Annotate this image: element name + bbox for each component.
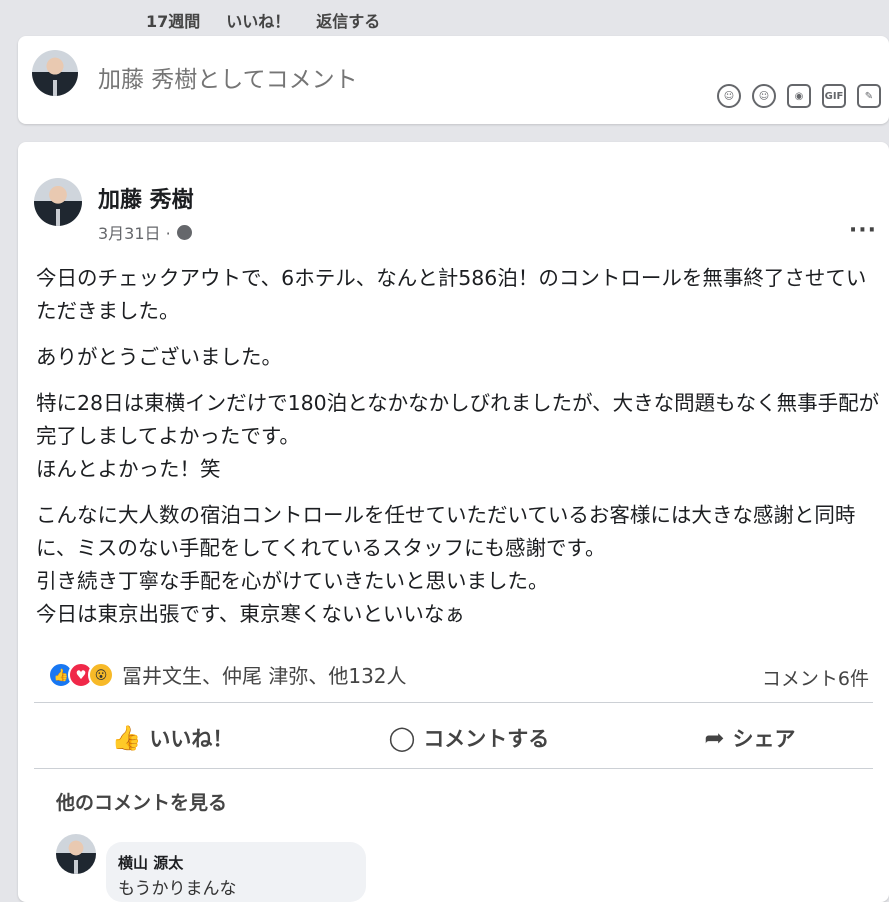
- post-body: 今日のチェックアウトで、6ホテル、なんと計586泊！のコントロールを無事終了させ…: [36, 262, 886, 644]
- commenter-avatar[interactable]: [56, 834, 96, 874]
- share-label: シェア: [732, 727, 796, 751]
- comment-like-link[interactable]: いいね！: [226, 8, 290, 32]
- reaction-names[interactable]: 冨井文生、仲尾 津弥、他132人: [122, 660, 407, 689]
- wow-reaction-icon: 😮: [88, 661, 114, 688]
- post-paragraph: ありがとうございました。: [36, 345, 282, 369]
- post-paragraph: 特に28日は東横インだけで180泊となかなかしびれましたが、大きな問題もなく無事…: [36, 391, 880, 481]
- comment-button[interactable]: ◯ コメントする: [388, 723, 549, 753]
- more-options-icon[interactable]: ···: [849, 218, 877, 243]
- share-button[interactable]: ➦ シェア: [704, 723, 795, 753]
- sticker-icon[interactable]: ☺: [717, 84, 741, 108]
- view-more-comments-link[interactable]: 他のコメントを見る: [56, 788, 227, 815]
- globe-icon: [176, 224, 192, 240]
- post-author[interactable]: 加藤 秀樹: [98, 182, 194, 214]
- author-avatar[interactable]: [34, 178, 82, 226]
- comment-composer: ☺ ☺ ◉ GIF ✎: [18, 36, 889, 124]
- thumbs-up-icon: 👍: [111, 724, 142, 752]
- avatar[interactable]: [32, 50, 78, 96]
- comment-reply-link[interactable]: 返信する: [316, 8, 380, 32]
- post-card: 加藤 秀樹 3月31日 · ··· 今日のチェックアウトで、6ホテル、なんと計5…: [18, 142, 889, 902]
- divider: [34, 702, 873, 703]
- camera-icon[interactable]: ◉: [787, 84, 811, 108]
- sticker-alt-icon[interactable]: ✎: [857, 84, 881, 108]
- post-paragraph: こんなに大人数の宿泊コントロールを任せていただいているお客様には大きな感謝と同時…: [36, 503, 856, 626]
- speech-bubble-icon: ◯: [388, 724, 416, 752]
- gif-icon[interactable]: GIF: [822, 84, 846, 108]
- comment-label: コメントする: [423, 727, 550, 751]
- divider: [34, 768, 873, 769]
- like-button[interactable]: 👍 いいね！: [112, 723, 234, 753]
- comment-tools: ☺ ☺ ◉ GIF ✎: [717, 84, 881, 108]
- reaction-summary[interactable]: 👍 ♥ 😮 冨井文生、仲尾 津弥、他132人: [48, 660, 407, 689]
- post-paragraph: 今日のチェックアウトで、6ホテル、なんと計586泊！のコントロールを無事終了させ…: [36, 266, 867, 323]
- commenter-name[interactable]: 横山 源太: [118, 852, 183, 873]
- like-label: いいね！: [149, 727, 234, 751]
- post-date-text[interactable]: 3月31日 ·: [98, 220, 171, 244]
- reply-text: もうかりまんな: [118, 879, 237, 899]
- emoji-icon[interactable]: ☺: [752, 84, 776, 108]
- previous-comment-meta: 17週間 いいね！ 返信する: [146, 8, 380, 32]
- post-actions: 👍 いいね！ ◯ コメントする ➦ シェア: [34, 714, 873, 762]
- share-arrow-icon: ➦: [704, 724, 725, 752]
- comment-time: 17週間: [146, 12, 201, 31]
- comment-input[interactable]: [96, 66, 660, 94]
- comment-count[interactable]: コメント6件: [762, 664, 869, 691]
- post-date: 3月31日 ·: [98, 220, 192, 244]
